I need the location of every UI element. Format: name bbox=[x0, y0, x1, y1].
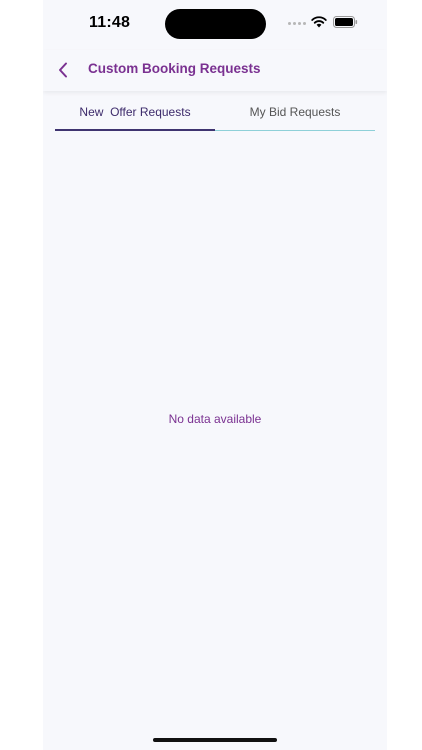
empty-state-message: No data available bbox=[168, 412, 262, 426]
app-screen: 11:48 Custom Booking Requests New Offer … bbox=[43, 0, 387, 750]
chevron-left-icon bbox=[59, 62, 67, 78]
tab-label: My Bid Requests bbox=[249, 105, 341, 119]
dynamic-island bbox=[165, 9, 266, 39]
tab-new-offer-requests[interactable]: New Offer Requests bbox=[55, 94, 215, 131]
tab-my-bid-requests[interactable]: My Bid Requests bbox=[215, 94, 375, 131]
cellular-signal-icon bbox=[288, 22, 306, 25]
app-header: Custom Booking Requests bbox=[43, 50, 387, 91]
battery-icon bbox=[333, 16, 358, 28]
back-button[interactable] bbox=[51, 57, 75, 83]
wifi-icon bbox=[311, 16, 327, 28]
request-tabs: New Offer Requests My Bid Requests bbox=[55, 94, 375, 131]
status-time: 11:48 bbox=[89, 14, 131, 31]
tab-label: New Offer Requests bbox=[79, 104, 191, 119]
page-title: Custom Booking Requests bbox=[88, 61, 261, 76]
home-indicator[interactable] bbox=[153, 738, 277, 742]
page: 11:48 Custom Booking Requests New Offer … bbox=[0, 0, 422, 750]
